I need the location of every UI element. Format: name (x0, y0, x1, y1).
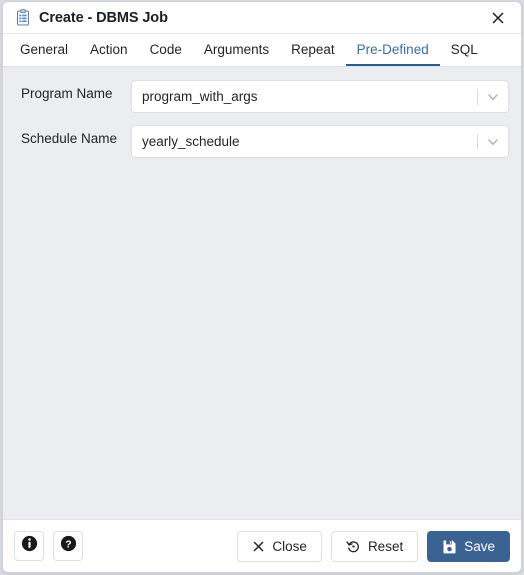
help-icon: ? (60, 535, 77, 557)
svg-text:?: ? (65, 538, 71, 550)
create-dbms-job-dialog: Create - DBMS Job General Action Code Ar… (2, 1, 522, 573)
chevron-down-icon[interactable] (478, 81, 508, 112)
close-button[interactable]: Close (237, 530, 322, 562)
reset-icon (346, 539, 361, 554)
chevron-down-icon[interactable] (478, 126, 508, 157)
tab-general[interactable]: General (9, 34, 79, 66)
dialog-footer: ? Close Reset Save (3, 519, 521, 572)
dialog-tabbar: General Action Code Arguments Repeat Pre… (3, 34, 521, 67)
save-button[interactable]: Save (427, 530, 510, 562)
close-icon[interactable] (485, 5, 511, 31)
reset-button[interactable]: Reset (330, 530, 419, 562)
tab-arguments[interactable]: Arguments (193, 34, 280, 66)
save-floppy-icon (442, 539, 457, 554)
schedule-name-value: yearly_schedule (142, 134, 240, 149)
clipboard-icon (14, 9, 32, 27)
info-icon (21, 535, 38, 557)
tab-action[interactable]: Action (79, 34, 139, 66)
close-button-label: Close (272, 538, 307, 554)
tab-code[interactable]: Code (139, 34, 193, 66)
program-name-value: program_with_args (142, 89, 258, 104)
tab-repeat[interactable]: Repeat (280, 34, 346, 66)
tab-pre-defined[interactable]: Pre-Defined (345, 34, 440, 66)
program-name-row: Program Name program_with_args (3, 80, 521, 113)
program-name-label: Program Name (21, 86, 113, 101)
pre-defined-panel: Program Name program_with_args Schedule … (3, 67, 521, 519)
program-name-select[interactable]: program_with_args (131, 80, 509, 113)
info-button[interactable] (14, 531, 44, 561)
help-button[interactable]: ? (53, 531, 83, 561)
reset-button-label: Reset (367, 538, 404, 554)
schedule-name-select[interactable]: yearly_schedule (131, 125, 509, 158)
page-title: Create - DBMS Job (39, 9, 168, 26)
schedule-name-label: Schedule Name (21, 131, 118, 146)
close-x-icon (252, 540, 265, 553)
tab-sql[interactable]: SQL (440, 34, 489, 66)
schedule-name-row: Schedule Name yearly_schedule (3, 125, 521, 158)
dialog-titlebar: Create - DBMS Job (3, 2, 521, 34)
save-button-label: Save (464, 538, 495, 554)
